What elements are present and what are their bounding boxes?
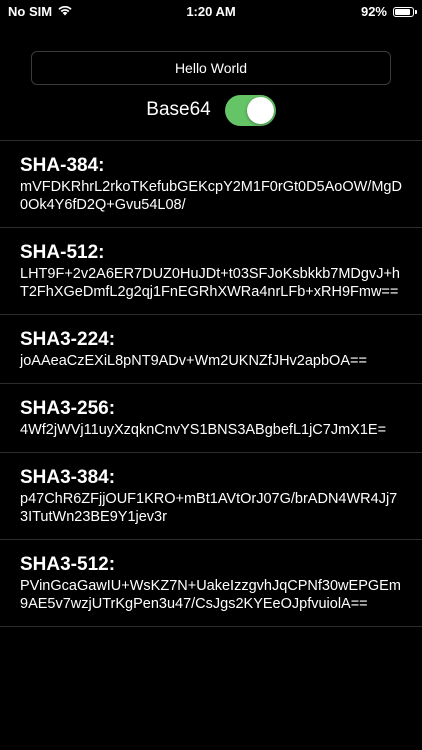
hash-row[interactable]: SHA-384: mVFDKRhrL2rkoTKefubGEKcpY2M1F0rG…	[0, 141, 422, 228]
hash-title: SHA-512:	[20, 242, 105, 263]
hash-row[interactable]: SHA3-512: PVinGcaGawIU+WsKZ7N+UakeIzzgvhJ…	[0, 540, 422, 627]
hash-value: 4Wf2jWVj11uyXzqknCnvYS1BNS3ABgbefL1jC7Jm…	[20, 422, 387, 438]
battery-percent: 92%	[360, 4, 387, 19]
hash-row[interactable]: pZGm1Av0IEBKARczz7exkNYsZb8LzaMrV7J32a2f…	[0, 130, 422, 141]
status-bar: No SIM 1:20 AM 92%	[0, 0, 422, 24]
status-time: 1:20 AM	[186, 4, 236, 19]
hash-title: SHA3-384:	[20, 467, 116, 488]
encoding-toggle-row: Base64	[0, 93, 422, 127]
encoding-toggle-label: Base64	[146, 99, 211, 120]
battery-level	[395, 8, 410, 15]
hash-title: SHA3-224:	[20, 329, 116, 350]
hash-list-content: pZGm1Av0IEBKARczz7exkNYsZb8LzaMrV7J32a2f…	[0, 130, 422, 627]
hash-row[interactable]: SHA3-224: joAAeaCzEXiL8pNT9ADv+Wm2UKNZfJH…	[0, 315, 422, 384]
hash-title: SHA-384:	[20, 155, 105, 176]
hash-value: PVinGcaGawIU+WsKZ7N+UakeIzzgvhJqCPNf30wE…	[20, 578, 401, 612]
hash-title: SHA3-256:	[20, 398, 116, 419]
text-input-container	[31, 51, 391, 85]
hash-value: p47ChR6ZFjjOUF1KRO+mBt1AVtOrJ07G/brADN4W…	[20, 491, 398, 525]
base64-toggle-switch[interactable]	[224, 94, 276, 126]
battery-icon	[393, 6, 417, 17]
hash-list[interactable]: pZGm1Av0IEBKARczz7exkNYsZb8LzaMrV7J32a2f…	[0, 130, 422, 750]
text-input[interactable]	[32, 51, 390, 85]
toggle-knob	[246, 96, 274, 124]
hash-value: joAAeaCzEXiL8pNT9ADv+Wm2UKNZfJHv2apbOA==	[20, 353, 367, 369]
hash-value: LHT9F+2v2A6ER7DUZ0HuJDt+t03SFJoKsbkkb7MD…	[20, 266, 400, 300]
hash-row[interactable]: SHA-512: LHT9F+2v2A6ER7DUZ0HuJDt+t03SFJoK…	[0, 228, 422, 315]
hash-value: mVFDKRhrL2rkoTKefubGEKcpY2M1F0rGt0D5AoOW…	[20, 179, 402, 213]
hash-row[interactable]: SHA3-384: p47ChR6ZFjjOUF1KRO+mBt1AVtOrJ07…	[0, 453, 422, 540]
hash-title: SHA3-512:	[20, 554, 116, 575]
hash-row[interactable]: SHA3-256: 4Wf2jWVj11uyXzqknCnvYS1BNS3ABgb…	[0, 384, 422, 453]
status-right: 92%	[360, 4, 417, 19]
